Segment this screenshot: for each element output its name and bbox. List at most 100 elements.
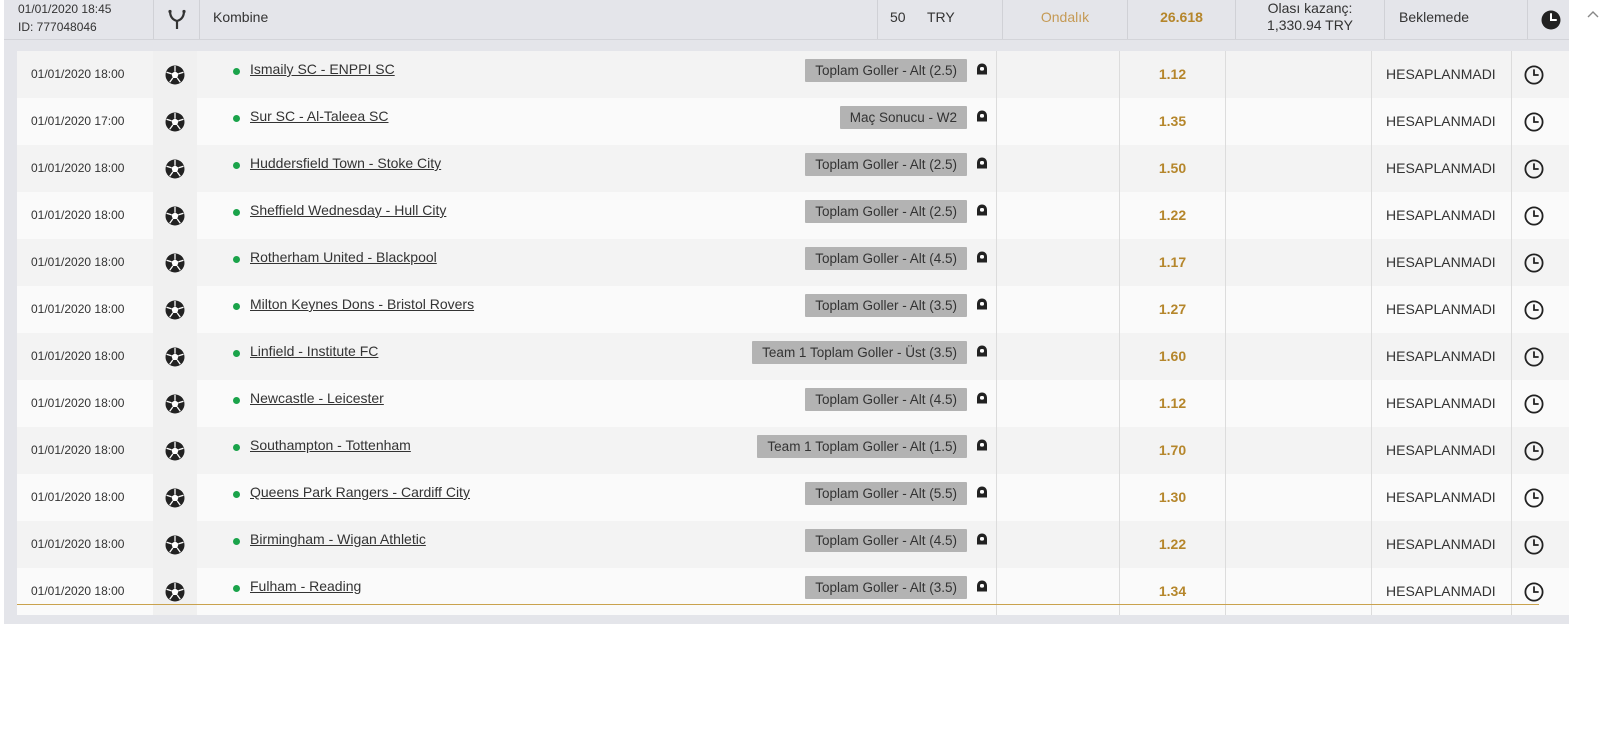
- selection-status: HESAPLANMADI: [1372, 239, 1512, 286]
- table-row[interactable]: 01/01/2020 18:00 Queens Park Rangers - Ca…: [17, 474, 1569, 521]
- soccer-ball-icon: [153, 427, 197, 474]
- soccer-ball-icon: [153, 521, 197, 568]
- soccer-ball-icon: [153, 192, 197, 239]
- bet-type: Kombine: [200, 0, 878, 39]
- match-link[interactable]: Queens Park Rangers - Cardiff City: [250, 484, 470, 500]
- selection-event: Queens Park Rangers - Cardiff City Toplam…: [197, 474, 967, 521]
- selection-odds: 1.22: [1120, 521, 1226, 568]
- selection-odds: 1.50: [1120, 145, 1226, 192]
- table-row[interactable]: 01/01/2020 18:00 Ismaily SC - ENPPI SC Top…: [17, 51, 1569, 98]
- selection-status: HESAPLANMADI: [1372, 192, 1512, 239]
- player-pin-icon[interactable]: [967, 51, 997, 98]
- match-link[interactable]: Sur SC - Al-Taleea SC: [250, 108, 389, 124]
- selection-status: HESAPLANMADI: [1372, 521, 1512, 568]
- player-pin-icon[interactable]: [967, 521, 997, 568]
- match-link[interactable]: Newcastle - Leicester: [250, 390, 384, 406]
- clock-outline-icon: [1512, 521, 1556, 568]
- table-row[interactable]: 01/01/2020 18:00 Sheffield Wednesday - Hu…: [17, 192, 1569, 239]
- selection-odds: 1.35: [1120, 98, 1226, 145]
- player-pin-icon[interactable]: [967, 286, 997, 333]
- match-link[interactable]: Milton Keynes Dons - Bristol Rovers: [250, 296, 474, 312]
- empty-cell: [997, 568, 1120, 615]
- selection-status: HESAPLANMADI: [1372, 286, 1512, 333]
- clock-outline-icon: [1512, 239, 1556, 286]
- table-row[interactable]: 01/01/2020 18:00 Birmingham - Wigan Athle…: [17, 521, 1569, 568]
- soccer-ball-icon: [153, 51, 197, 98]
- empty-cell: [997, 145, 1120, 192]
- table-bottom-divider: [17, 604, 1539, 605]
- player-pin-icon[interactable]: [967, 333, 997, 380]
- soccer-ball-icon: [153, 98, 197, 145]
- empty-cell: [1226, 333, 1372, 380]
- market-badge: Toplam Goller - Alt (2.5): [805, 200, 967, 223]
- player-pin-icon[interactable]: [967, 568, 997, 615]
- selection-event: Sur SC - Al-Taleea SC Maç Sonucu - W2: [197, 98, 967, 145]
- selection-datetime: 01/01/2020 18:00: [31, 443, 125, 457]
- match-link[interactable]: Fulham - Reading: [250, 578, 361, 594]
- potential-win-label: Olası kazanç:: [1267, 0, 1353, 16]
- table-row[interactable]: 01/01/2020 18:00 Fulham - Reading Toplam G…: [17, 568, 1569, 615]
- table-row[interactable]: 01/01/2020 18:00 Rotherham United - Black…: [17, 239, 1569, 286]
- empty-cell: [1226, 380, 1372, 427]
- selection-odds: 1.27: [1120, 286, 1226, 333]
- clock-outline-icon: [1512, 427, 1556, 474]
- player-pin-icon[interactable]: [967, 192, 997, 239]
- match-link[interactable]: Sheffield Wednesday - Hull City: [250, 202, 446, 218]
- player-pin-icon[interactable]: [967, 145, 997, 192]
- market-badge: Toplam Goller - Alt (5.5): [805, 482, 967, 505]
- selection-event: Sheffield Wednesday - Hull City Toplam Go…: [197, 192, 967, 239]
- match-link[interactable]: Southampton - Tottenham: [250, 437, 411, 453]
- match-link[interactable]: Huddersfield Town - Stoke City: [250, 155, 441, 171]
- player-pin-icon[interactable]: [967, 474, 997, 521]
- selection-datetime: 01/01/2020 18:00: [31, 537, 125, 551]
- live-status-dot: [233, 350, 240, 357]
- empty-cell: [1226, 98, 1372, 145]
- match-link[interactable]: Birmingham - Wigan Athletic: [250, 531, 426, 547]
- live-status-dot: [233, 303, 240, 310]
- player-pin-icon[interactable]: [967, 239, 997, 286]
- player-pin-icon[interactable]: [967, 380, 997, 427]
- clock-outline-icon: [1512, 380, 1556, 427]
- selection-event: Rotherham United - Blackpool Toplam Golle…: [197, 239, 967, 286]
- table-row[interactable]: 01/01/2020 18:00 Newcastle - Leicester Top…: [17, 380, 1569, 427]
- match-link[interactable]: Linfield - Institute FC: [250, 343, 378, 359]
- market-badge: Toplam Goller - Alt (4.5): [805, 529, 967, 552]
- table-row[interactable]: 01/01/2020 18:00 Milton Keynes Dons - Bri…: [17, 286, 1569, 333]
- clock-outline-icon: [1512, 192, 1556, 239]
- selection-event: Newcastle - Leicester Toplam Goller - Alt…: [197, 380, 967, 427]
- selection-event: Huddersfield Town - Stoke City Toplam Gol…: [197, 145, 967, 192]
- live-status-dot: [233, 538, 240, 545]
- selection-status: HESAPLANMADI: [1372, 568, 1512, 615]
- empty-cell: [1226, 568, 1372, 615]
- selection-odds: 1.22: [1120, 192, 1226, 239]
- selections-table: 01/01/2020 18:00 Ismaily SC - ENPPI SC Top…: [17, 51, 1569, 615]
- table-row[interactable]: 01/01/2020 18:00 Huddersfield Town - Stok…: [17, 145, 1569, 192]
- match-link[interactable]: Rotherham United - Blackpool: [250, 249, 437, 265]
- scroll-up-icon[interactable]: [1586, 8, 1599, 22]
- player-pin-icon[interactable]: [967, 98, 997, 145]
- selection-datetime: 01/01/2020 18:00: [31, 349, 125, 363]
- selection-status: HESAPLANMADI: [1372, 474, 1512, 521]
- table-row[interactable]: 01/01/2020 18:00 Linfield - Institute FC T…: [17, 333, 1569, 380]
- empty-cell: [1226, 521, 1372, 568]
- selection-odds: 1.12: [1120, 51, 1226, 98]
- table-row[interactable]: 01/01/2020 18:00 Southampton - Tottenham T…: [17, 427, 1569, 474]
- empty-cell: [997, 474, 1120, 521]
- total-odds: 26.618: [1128, 0, 1236, 39]
- empty-cell: [997, 192, 1120, 239]
- match-link[interactable]: Ismaily SC - ENPPI SC: [250, 61, 395, 77]
- bet-header-row[interactable]: 01/01/2020 18:45 ID: 777048046 Kombine 5…: [4, 0, 1569, 40]
- bet-datetime: 01/01/2020 18:45: [18, 2, 112, 16]
- selection-odds: 1.17: [1120, 239, 1226, 286]
- player-pin-icon[interactable]: [967, 427, 997, 474]
- live-status-dot: [233, 491, 240, 498]
- live-status-dot: [233, 162, 240, 169]
- live-status-dot: [233, 444, 240, 451]
- table-row[interactable]: 01/01/2020 17:00 Sur SC - Al-Taleea SC Maç…: [17, 98, 1569, 145]
- market-badge: Team 1 Toplam Goller - Üst (3.5): [752, 341, 967, 364]
- market-badge: Team 1 Toplam Goller - Alt (1.5): [757, 435, 967, 458]
- empty-cell: [997, 286, 1120, 333]
- empty-cell: [1226, 286, 1372, 333]
- selection-odds: 1.12: [1120, 380, 1226, 427]
- selection-datetime: 01/01/2020 18:00: [31, 584, 125, 598]
